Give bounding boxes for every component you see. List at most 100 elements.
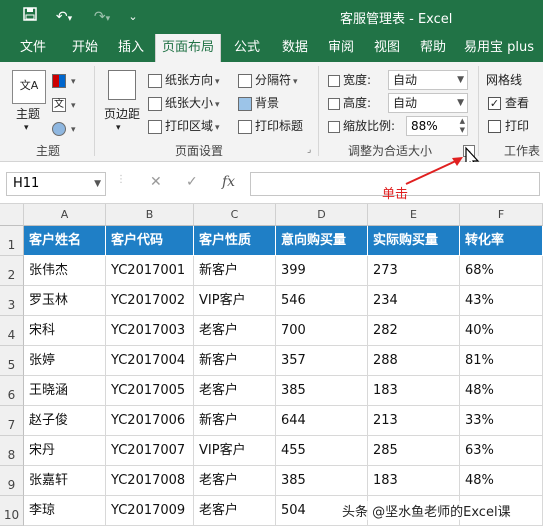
row-header[interactable]: 2 [0,256,24,286]
tab-insert[interactable]: 插入 [116,34,146,62]
customize-qat-icon[interactable]: ⌄ [126,7,140,27]
table-cell[interactable]: 王晓涵 [24,376,106,406]
select-all-corner[interactable] [0,204,24,226]
table-cell[interactable]: 546 [276,286,368,316]
table-header-cell[interactable]: 转化率 [460,226,543,256]
redo-icon[interactable]: ↷▾ [88,7,116,27]
table-cell[interactable]: 罗玉林 [24,286,106,316]
table-cell[interactable]: 183 [368,376,460,406]
table-cell[interactable]: YC2017006 [106,406,194,436]
column-header-e[interactable]: E [368,204,460,226]
page-setup-launcher-icon[interactable]: ⌟ [307,140,311,160]
effects-icon[interactable]: ▾ [52,118,76,138]
table-cell[interactable]: 183 [368,466,460,496]
print-titles-button[interactable]: 打印标题 [238,116,303,136]
print-area-button[interactable]: 打印区域 ▾ [148,116,220,136]
table-cell[interactable]: 新客户 [194,256,276,286]
row-header[interactable]: 7 [0,406,24,436]
table-header-cell[interactable]: 意向购买量 [276,226,368,256]
table-cell[interactable]: 234 [368,286,460,316]
table-cell[interactable]: 张嘉轩 [24,466,106,496]
column-header-d[interactable]: D [276,204,368,226]
table-header-cell[interactable]: 客户性质 [194,226,276,256]
save-icon[interactable] [20,7,40,27]
fx-icon[interactable]: fx [222,174,235,190]
height-dropdown[interactable]: 自动 ▼ [388,93,468,113]
table-cell[interactable]: 新客户 [194,406,276,436]
table-cell[interactable]: 700 [276,316,368,346]
table-cell[interactable]: YC2017004 [106,346,194,376]
tab-page-layout[interactable]: 页面布局 [155,34,222,62]
table-cell[interactable]: 李琼 [24,496,106,526]
table-cell[interactable]: YC2017005 [106,376,194,406]
table-cell[interactable]: YC2017003 [106,316,194,346]
table-cell[interactable]: 48% [460,466,543,496]
table-cell[interactable]: VIP客户 [194,286,276,316]
column-header-c[interactable]: C [194,204,276,226]
table-cell[interactable]: 赵子俊 [24,406,106,436]
table-cell[interactable]: 455 [276,436,368,466]
column-header-b[interactable]: B [106,204,194,226]
margins-icon[interactable] [108,70,136,100]
cancel-icon[interactable]: ✕ [150,174,162,190]
row-header[interactable]: 5 [0,346,24,376]
undo-icon[interactable]: ↶▾ [50,7,78,27]
table-cell[interactable]: YC2017002 [106,286,194,316]
table-cell[interactable]: YC2017007 [106,436,194,466]
table-cell[interactable]: 43% [460,286,543,316]
table-cell[interactable]: 644 [276,406,368,436]
row-header[interactable]: 6 [0,376,24,406]
tab-easy-plus[interactable]: 易用宝 plus [462,34,536,62]
breaks-button[interactable]: 分隔符 ▾ [238,70,298,90]
table-cell[interactable]: 老客户 [194,316,276,346]
table-cell[interactable]: 张伟杰 [24,256,106,286]
colors-icon[interactable]: ▾ [52,70,76,90]
table-cell[interactable]: 老客户 [194,496,276,526]
table-cell[interactable]: 81% [460,346,543,376]
table-cell[interactable]: 48% [460,376,543,406]
chevron-down-icon[interactable]: ▼ [94,173,101,195]
table-cell[interactable]: 385 [276,466,368,496]
background-button[interactable]: 背景 [238,93,279,113]
gridlines-print-checkbox[interactable]: 打印 [488,116,529,136]
table-cell[interactable]: 张婷 [24,346,106,376]
table-cell[interactable]: 宋丹 [24,436,106,466]
size-button[interactable]: 纸张大小 ▾ [148,93,220,113]
column-header-a[interactable]: A [24,204,106,226]
table-cell[interactable]: 399 [276,256,368,286]
tab-file[interactable]: 文件 [18,34,48,62]
table-cell[interactable]: 385 [276,376,368,406]
table-cell[interactable]: 宋科 [24,316,106,346]
table-cell[interactable]: YC2017008 [106,466,194,496]
row-header[interactable]: 3 [0,286,24,316]
row-header[interactable]: 1 [0,226,24,256]
table-cell[interactable]: 273 [368,256,460,286]
tab-help[interactable]: 帮助 [418,34,448,62]
row-header[interactable]: 10 [0,496,24,526]
table-cell[interactable]: 老客户 [194,466,276,496]
width-dropdown[interactable]: 自动 ▼ [388,70,468,90]
table-header-cell[interactable]: 客户代码 [106,226,194,256]
table-cell[interactable]: 33% [460,406,543,436]
spinner-arrows-icon[interactable]: ▲ ▼ [460,117,465,135]
themes-icon[interactable]: 文A [12,70,46,104]
tab-formulas[interactable]: 公式 [232,34,262,62]
table-cell[interactable]: VIP客户 [194,436,276,466]
enter-icon[interactable]: ✓ [186,174,198,190]
tab-data[interactable]: 数据 [280,34,310,62]
table-cell[interactable]: YC2017001 [106,256,194,286]
table-cell[interactable]: 285 [368,436,460,466]
name-box[interactable]: H11 ▼ [6,172,106,196]
table-cell[interactable]: 新客户 [194,346,276,376]
table-cell[interactable]: 40% [460,316,543,346]
table-header-cell[interactable]: 客户姓名 [24,226,106,256]
margins-button[interactable]: 页边距 [104,104,140,124]
orientation-button[interactable]: 纸张方向 ▾ [148,70,220,90]
column-header-f[interactable]: F [460,204,543,226]
table-cell[interactable]: 68% [460,256,543,286]
table-cell[interactable]: 213 [368,406,460,436]
table-cell[interactable]: 288 [368,346,460,376]
table-cell[interactable]: 63% [460,436,543,466]
scale-spinner[interactable]: 88% ▲ ▼ [406,116,468,136]
gridlines-view-checkbox[interactable]: ✓ 查看 [488,93,529,113]
